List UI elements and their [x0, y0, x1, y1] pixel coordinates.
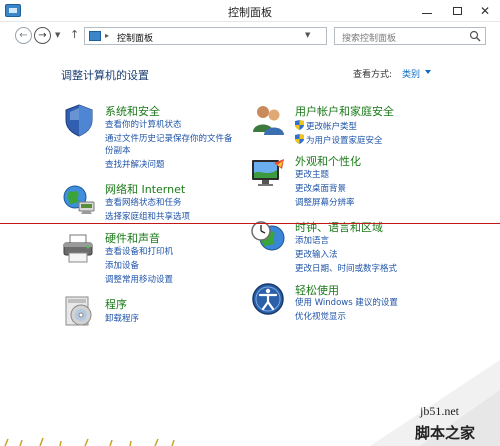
- link-windows-suggested[interactable]: 使用 Windows 建议的设置: [295, 298, 398, 309]
- link-add-device[interactable]: 添加设备: [105, 261, 139, 272]
- category-title-ease[interactable]: 轻松使用: [295, 282, 339, 298]
- close-button[interactable]: ✕: [470, 0, 500, 22]
- link-network-status[interactable]: 查看网络状态和任务: [105, 198, 182, 209]
- link-devices-printers[interactable]: 查看设备和打印机: [105, 247, 173, 258]
- link-desktop-background[interactable]: 更改桌面背景: [295, 184, 346, 195]
- shield-icon[interactable]: [61, 102, 97, 138]
- breadcrumb[interactable]: 控制面板: [117, 31, 153, 44]
- navigation-bar: ← → ▼ ↑ ▸ 控制面板 ▼ ↻ 搜索控制面板: [0, 22, 500, 50]
- uac-shield-icon: [295, 134, 304, 144]
- programs-disc-icon[interactable]: [61, 293, 97, 329]
- category-title-hardware[interactable]: 硬件和声音: [105, 230, 160, 246]
- back-button[interactable]: ←: [15, 27, 32, 44]
- link-date-time-format[interactable]: 更改日期、时间或数字格式: [295, 264, 397, 275]
- address-bar[interactable]: ▸ 控制面板 ▼ ↻: [84, 27, 404, 45]
- category-title-clock[interactable]: 时钟、语言和区域: [295, 219, 383, 235]
- search-input[interactable]: 搜索控制面板: [334, 27, 486, 45]
- link-file-history[interactable]: 通过文件历史记录保存你的文件备: [105, 134, 233, 145]
- back-arrow-icon: ←: [19, 30, 28, 41]
- minimize-button[interactable]: [412, 0, 442, 22]
- ease-of-access-icon[interactable]: [250, 281, 286, 317]
- link-change-theme[interactable]: 更改主题: [295, 170, 329, 181]
- maximize-icon: [452, 7, 462, 15]
- bottom-strip-graphic: [4, 437, 175, 446]
- link-optimize-display[interactable]: 优化视觉显示: [295, 312, 346, 323]
- page-title: 调整计算机的设置: [61, 69, 149, 82]
- search-icon[interactable]: [469, 30, 481, 42]
- recent-locations-chevron-icon[interactable]: ▼: [55, 31, 60, 39]
- title-bar: 控制面板 ✕: [0, 0, 500, 22]
- link-family-safety-label[interactable]: 为用户设置家庭安全: [306, 136, 383, 146]
- link-uninstall-program[interactable]: 卸载程序: [105, 314, 139, 325]
- view-by-chevron-down-icon[interactable]: [425, 70, 431, 74]
- category-title-system-security[interactable]: 系统和安全: [105, 103, 160, 119]
- minimize-icon: [422, 12, 432, 14]
- view-by-label: 查看方式:: [353, 70, 393, 80]
- maximize-button[interactable]: [442, 0, 472, 22]
- address-dropdown-icon[interactable]: ▼: [305, 31, 310, 39]
- search-placeholder: 搜索控制面板: [342, 34, 397, 44]
- category-title-user-accounts[interactable]: 用户帐户和家庭安全: [295, 103, 394, 119]
- annotation-red-line: [0, 223, 500, 224]
- link-mobility-settings[interactable]: 调整常用移动设置: [105, 275, 173, 286]
- category-title-appearance[interactable]: 外观和个性化: [295, 153, 361, 169]
- users-icon[interactable]: [250, 102, 286, 138]
- forward-arrow-icon: →: [38, 30, 47, 41]
- close-icon: ✕: [479, 4, 491, 18]
- link-family-safety[interactable]: 为用户设置家庭安全: [295, 134, 383, 147]
- network-globe-icon[interactable]: [61, 181, 97, 217]
- link-add-language[interactable]: 添加语言: [295, 236, 329, 247]
- link-screen-resolution[interactable]: 调整屏幕分辨率: [295, 198, 355, 209]
- link-change-input[interactable]: 更改输入法: [295, 250, 338, 261]
- category-title-network[interactable]: 网络和 Internet: [105, 181, 185, 197]
- link-change-account-type-label[interactable]: 更改帐户类型: [306, 122, 357, 132]
- up-arrow-icon[interactable]: ↑: [70, 28, 79, 41]
- forward-button[interactable]: →: [34, 27, 51, 44]
- link-troubleshoot[interactable]: 查找并解决问题: [105, 160, 165, 171]
- link-homegroup[interactable]: 选择家庭组和共享选项: [105, 212, 190, 223]
- category-title-programs[interactable]: 程序: [105, 296, 127, 312]
- watermark-site: jb51.net: [420, 404, 459, 418]
- view-by-dropdown[interactable]: 类别: [402, 67, 420, 80]
- watermark-name: 脚本之家: [415, 424, 476, 442]
- link-change-account-type[interactable]: 更改帐户类型: [295, 120, 357, 133]
- printer-icon[interactable]: [61, 230, 97, 266]
- monitor-paint-icon[interactable]: [250, 155, 286, 191]
- breadcrumb-chevron-icon[interactable]: ▸: [105, 31, 109, 40]
- control-panel-small-icon: [89, 31, 101, 41]
- uac-shield-icon: [295, 120, 304, 130]
- link-view-computer-status[interactable]: 查看你的计算机状态: [105, 120, 182, 131]
- link-file-history-cont[interactable]: 份副本: [105, 146, 131, 157]
